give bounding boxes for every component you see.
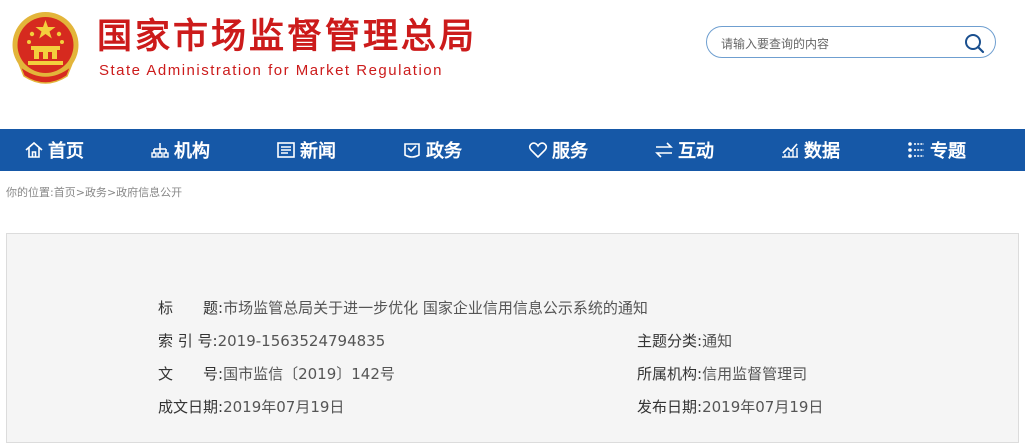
nav-item-org[interactable]: 机构 xyxy=(150,129,210,171)
main-nav: 首页 机构 新闻 政务 服务 互动 数据 专题 xyxy=(0,129,1025,171)
breadcrumb: 你的位置:首页>政务>政府信息公开 xyxy=(6,184,182,200)
meta-org-value: 信用监督管理司 xyxy=(702,365,808,383)
nav-item-affairs[interactable]: 政务 xyxy=(402,129,462,171)
meta-title-value: 市场监管总局关于进一步优化 国家企业信用信息公示系统的通知 xyxy=(223,299,648,317)
meta-pub-row: 发布日期:2019年07月19日 xyxy=(637,396,823,417)
meta-date-row: 成文日期:2019年07月19日 xyxy=(158,396,344,417)
search-box xyxy=(706,26,996,58)
breadcrumb-link-home[interactable]: 首页 xyxy=(54,186,76,199)
nav-label: 数据 xyxy=(804,141,840,162)
meta-org-label: 所属机构: xyxy=(637,365,703,383)
search-input[interactable] xyxy=(719,33,963,55)
breadcrumb-link-disclosure[interactable]: 政府信息公开 xyxy=(116,186,182,199)
nav-label: 专题 xyxy=(930,141,966,162)
exchange-icon xyxy=(655,142,673,158)
meta-date-label: 成文日期: xyxy=(158,398,224,416)
meta-topic-value: 通知 xyxy=(702,332,733,350)
document-meta-panel: 标 题:市场监管总局关于进一步优化 国家企业信用信息公示系统的通知 索 引 号:… xyxy=(6,233,1019,443)
nav-label: 新闻 xyxy=(300,141,336,162)
nav-item-data[interactable]: 数据 xyxy=(780,129,840,171)
meta-doc-label: 文 号: xyxy=(158,365,224,383)
breadcrumb-separator: > xyxy=(106,186,117,199)
meta-title-row: 标 题:市场监管总局关于进一步优化 国家企业信用信息公示系统的通知 xyxy=(158,297,648,318)
breadcrumb-prefix: 你的位置: xyxy=(6,186,54,199)
meta-date-value: 2019年07月19日 xyxy=(223,398,345,416)
meta-pub-label: 发布日期: xyxy=(637,398,703,416)
meta-doc-row: 文 号:国市监信〔2019〕142号 xyxy=(158,363,395,384)
meta-topic-label: 主题分类: xyxy=(637,332,703,350)
affairs-icon xyxy=(404,143,420,158)
breadcrumb-separator: > xyxy=(75,186,85,199)
meta-topic-row: 主题分类:通知 xyxy=(637,330,732,351)
meta-doc-value: 国市监信〔2019〕142号 xyxy=(223,365,395,383)
breadcrumb-link-affairs[interactable]: 政务 xyxy=(85,186,107,199)
heart-icon xyxy=(528,142,548,159)
nav-item-home[interactable]: 首页 xyxy=(24,129,84,171)
meta-index-value: 2019-1563524794835 xyxy=(217,332,386,350)
org-chart-icon xyxy=(151,143,169,158)
news-icon xyxy=(277,142,295,158)
search-icon[interactable] xyxy=(963,32,985,54)
site-title-en: State Administration for Market Regulati… xyxy=(99,62,443,79)
nav-label: 首页 xyxy=(48,141,84,162)
nav-label: 互动 xyxy=(678,141,714,162)
meta-index-row: 索 引 号:2019-1563524794835 xyxy=(158,330,385,351)
nav-item-topics[interactable]: 专题 xyxy=(906,129,966,171)
chart-icon xyxy=(782,143,798,158)
nav-label: 服务 xyxy=(552,141,588,162)
site-title-cn[interactable]: 国家市场监督管理总局 xyxy=(97,16,477,58)
meta-pub-value: 2019年07月19日 xyxy=(702,398,824,416)
meta-org-row: 所属机构:信用监督管理司 xyxy=(637,363,807,384)
nav-label: 政务 xyxy=(426,141,462,162)
home-icon xyxy=(25,141,43,158)
site-header: 国家市场监督管理总局 State Administration for Mark… xyxy=(0,0,1025,129)
topic-icon xyxy=(908,142,924,158)
nav-label: 机构 xyxy=(174,141,210,162)
meta-title-label: 标 题: xyxy=(158,299,224,317)
meta-index-label: 索 引 号: xyxy=(158,332,218,350)
nav-item-service[interactable]: 服务 xyxy=(528,129,588,171)
nav-item-news[interactable]: 新闻 xyxy=(276,129,336,171)
national-emblem-icon[interactable] xyxy=(10,10,81,85)
nav-item-interact[interactable]: 互动 xyxy=(654,129,714,171)
